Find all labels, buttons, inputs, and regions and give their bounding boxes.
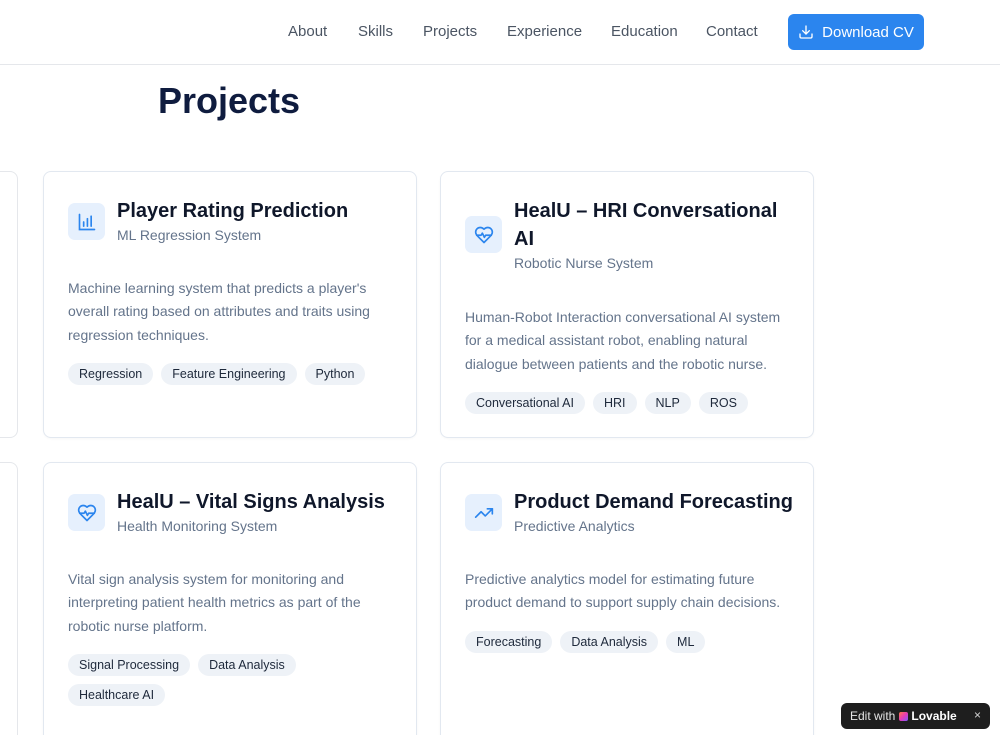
tag: Data Analysis (198, 654, 296, 676)
trending-up-icon (465, 494, 502, 531)
bar-chart-icon (68, 203, 105, 240)
project-description: Machine learning system that predicts a … (68, 280, 370, 343)
tag-list: Conversational AI HRI NLP ROS (465, 392, 795, 414)
nav-link-skills[interactable]: Skills (358, 23, 393, 41)
download-cv-button[interactable]: Download CV (788, 14, 924, 50)
project-card[interactable]: HealU – HRI Conversational AI Robotic Nu… (440, 171, 814, 438)
tag: Feature Engineering (161, 363, 297, 385)
lovable-brand: Lovable (899, 709, 957, 723)
project-subtitle: Predictive Analytics (514, 518, 635, 534)
navbar: About Skills Projects Experience Educati… (0, 0, 1000, 65)
edit-with-lovable-badge[interactable]: Edit with Lovable × (841, 703, 990, 729)
tag-list: Regression Feature Engineering Python (68, 363, 398, 385)
project-title: HealU – Vital Signs Analysis (117, 491, 385, 513)
tag: Regression (68, 363, 154, 385)
project-subtitle: Health Monitoring System (117, 518, 278, 534)
project-card-partial (0, 171, 18, 438)
download-cv-label: Download CV (822, 23, 914, 41)
project-title: Product Demand Forecasting (514, 491, 793, 513)
project-card-partial (0, 462, 18, 735)
nav-link-experience[interactable]: Experience (507, 23, 582, 41)
nav-link-about[interactable]: About (288, 23, 327, 41)
project-card[interactable]: Product Demand Forecasting Predictive An… (440, 462, 814, 735)
tag: NLP (644, 392, 691, 414)
project-description: Predictive analytics model for estimatin… (465, 571, 781, 611)
project-subtitle: Robotic Nurse System (514, 255, 654, 271)
project-description: Human-Robot Interaction conversational A… (465, 309, 781, 372)
nav-link-contact[interactable]: Contact (706, 23, 758, 41)
lovable-logo-icon (899, 711, 909, 721)
heart-pulse-icon (465, 216, 502, 253)
badge-prefix: Edit with (850, 709, 896, 723)
tag: Conversational AI (465, 392, 585, 414)
tag-list: Forecasting Data Analysis ML (465, 631, 795, 653)
heart-pulse-icon (68, 494, 105, 531)
lovable-brand-label: Lovable (911, 709, 957, 723)
tag: ROS (698, 392, 748, 414)
tag: Signal Processing (68, 654, 191, 676)
nav-link-projects[interactable]: Projects (423, 23, 477, 41)
tag: HRI (592, 392, 637, 414)
project-title: HealU – HRI Conversational AI (514, 200, 778, 250)
tag: Healthcare AI (68, 684, 166, 706)
tag-list: Signal Processing Data Analysis Healthca… (68, 654, 318, 706)
tag: Python (304, 363, 366, 385)
project-card[interactable]: Player Rating Prediction ML Regression S… (43, 171, 417, 438)
project-description: Vital sign analysis system for monitorin… (68, 571, 361, 634)
project-card[interactable]: HealU – Vital Signs Analysis Health Moni… (43, 462, 417, 735)
nav-link-education[interactable]: Education (611, 23, 678, 41)
project-title: Player Rating Prediction (117, 200, 349, 222)
project-subtitle: ML Regression System (117, 227, 262, 243)
tag: ML (666, 631, 706, 653)
close-icon[interactable]: × (974, 708, 981, 722)
tag: Forecasting (465, 631, 553, 653)
section-title: Projects (158, 80, 301, 121)
download-icon (799, 25, 813, 39)
tag: Data Analysis (560, 631, 659, 653)
